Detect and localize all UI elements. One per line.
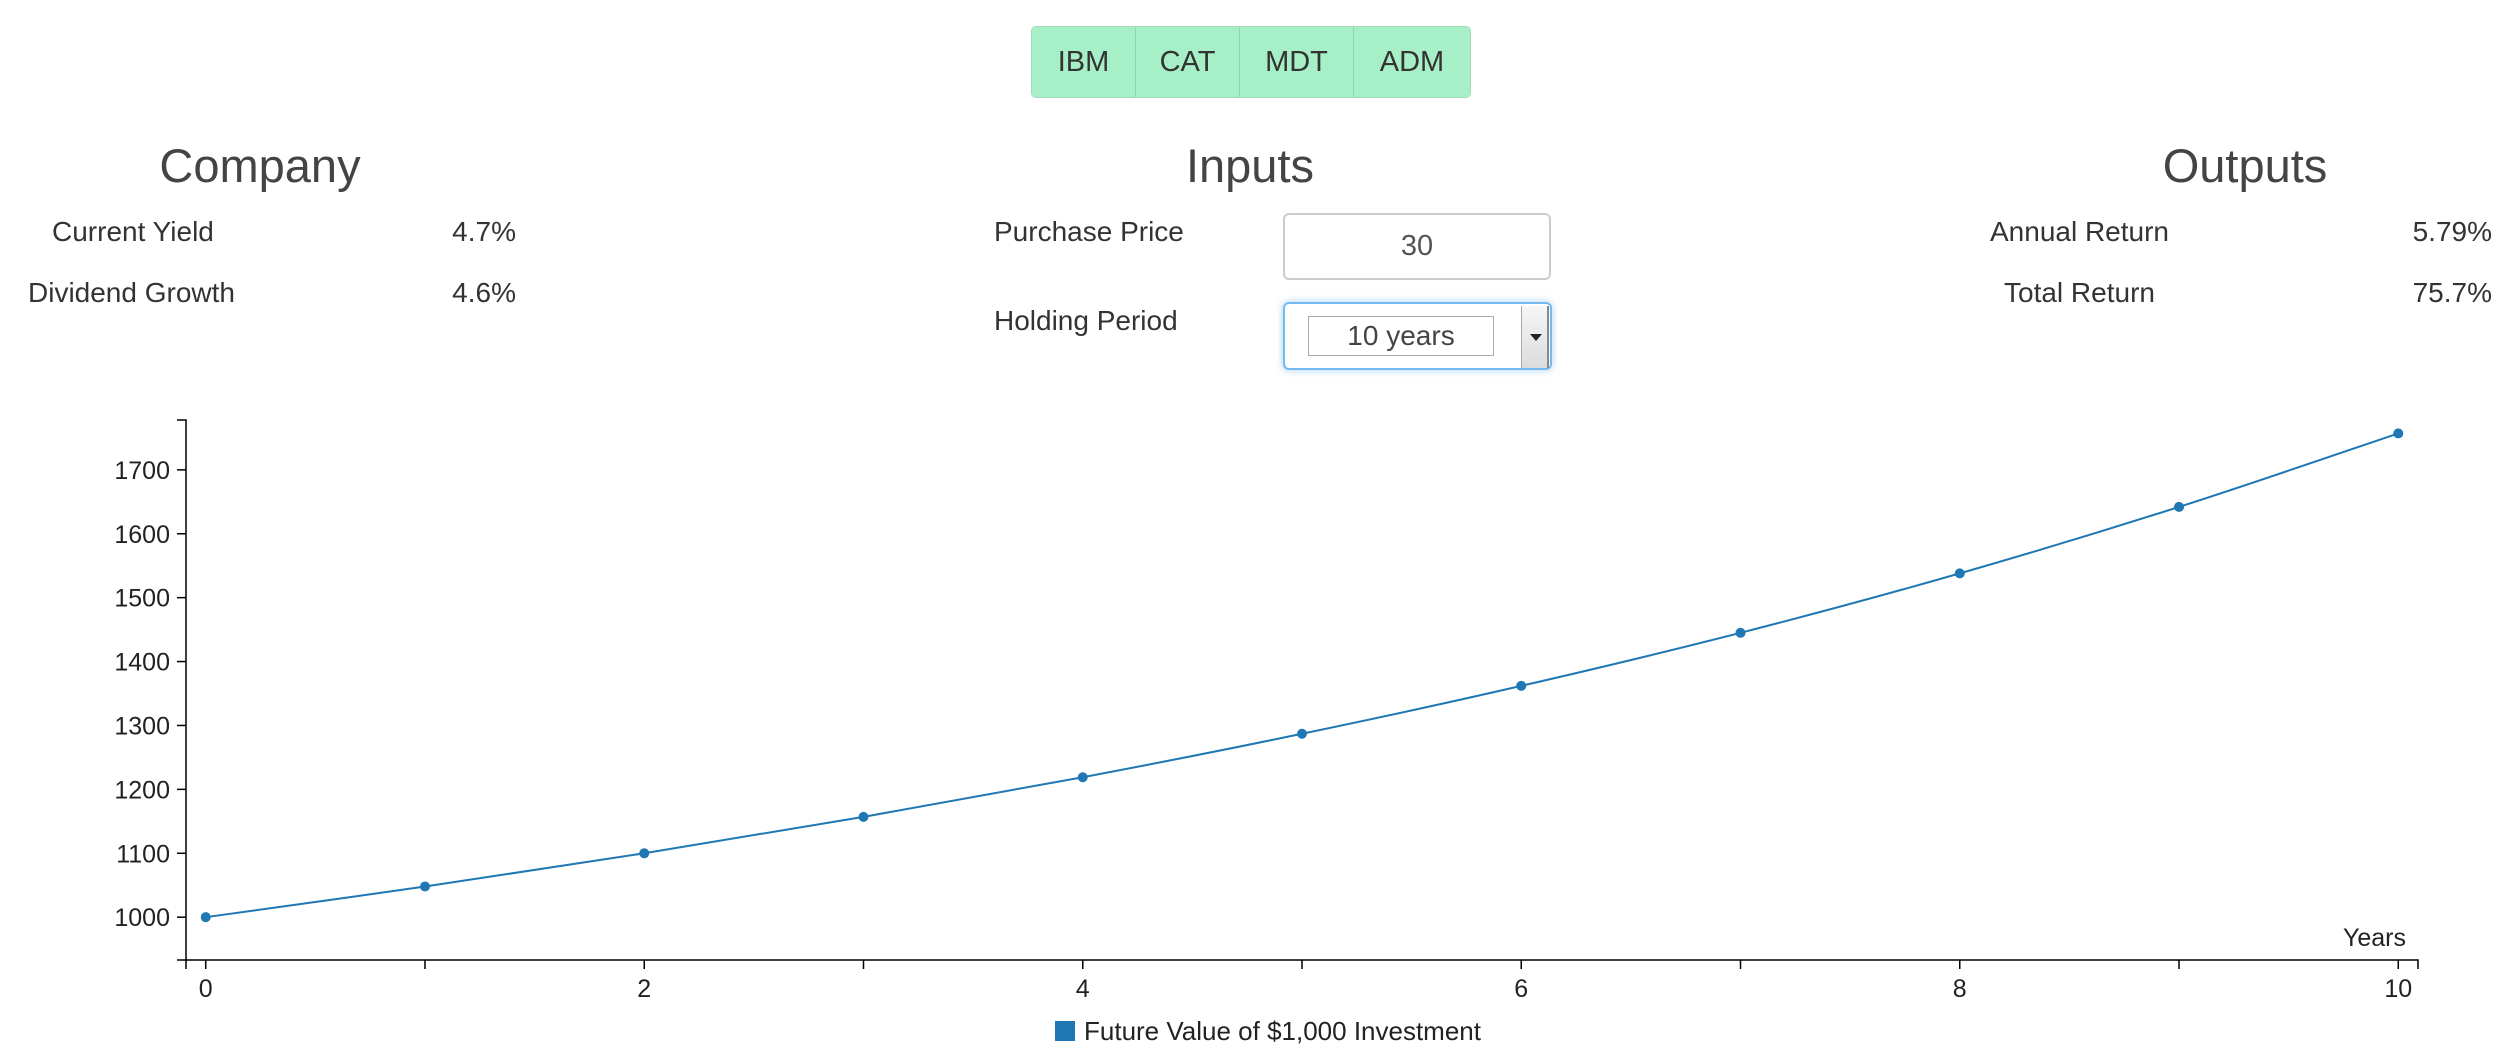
holding-period-dropdown-button[interactable]	[1521, 306, 1549, 368]
series-line	[205, 432, 2399, 919]
data-point	[200, 912, 211, 923]
data-point	[419, 881, 430, 892]
tab-ibm[interactable]: IBM	[1032, 27, 1136, 97]
chart-legend: Future Value of $1,000 Investment	[1055, 1016, 1482, 1046]
y-axis: 1000 1100 1200 1300 1400 1500 1600 1700	[114, 419, 187, 961]
inputs-heading: Inputs	[1185, 139, 1315, 192]
y-tick-label: 1500	[114, 585, 170, 613]
holding-period-label: Holding Period	[994, 305, 1178, 336]
y-tick-label: 1200	[114, 776, 170, 804]
future-value-chart: 1000 1100 1200 1300 1400 1500 1600 1700 0 2 4 6 8 10…	[114, 419, 2419, 1046]
chevron-down-icon	[1530, 334, 1542, 341]
purchase-price-label: Purchase Price	[994, 216, 1184, 247]
total-return-label: Total Return	[2004, 277, 2155, 308]
data-point	[2393, 428, 2404, 439]
data-point	[858, 811, 869, 822]
x-tick-label: 2	[637, 975, 651, 1003]
dividend-growth-label: Dividend Growth	[28, 277, 235, 308]
y-tick-label: 1000	[114, 904, 170, 932]
x-tick-label: 10	[2384, 975, 2412, 1003]
data-point	[1297, 728, 1307, 739]
x-tick-label: 0	[199, 975, 213, 1003]
dividend-growth-value: 4.6%	[452, 277, 516, 308]
x-axis-title: Years	[2343, 924, 2406, 952]
company-heading: Company	[159, 139, 361, 192]
data-point	[2174, 501, 2185, 512]
data-point	[1516, 680, 1527, 691]
x-tick-label: 6	[1514, 975, 1528, 1003]
total-return-value: 75.7%	[2412, 277, 2492, 308]
annual-return-value: 5.79%	[2412, 216, 2492, 247]
data-point	[1735, 627, 1746, 638]
current-yield-value: 4.7%	[452, 216, 516, 247]
legend-label: Future Value of $1,000 Investment	[1084, 1016, 1482, 1046]
x-tick-label: 8	[1953, 975, 1967, 1003]
x-tick-label: 4	[1076, 975, 1090, 1003]
annual-return-label: Annual Return	[1990, 216, 2170, 247]
series-future-value	[200, 428, 2404, 923]
legend-swatch	[1055, 1021, 1075, 1041]
purchase-price-input[interactable]	[1283, 213, 1551, 280]
current-yield-label: Current Yield	[52, 216, 214, 247]
data-point	[1954, 568, 1965, 579]
y-axis-line	[177, 419, 187, 961]
x-axis: 0 2 4 6 8 10 Years	[185, 924, 2419, 1003]
holding-period-value[interactable]: 10 years	[1308, 316, 1494, 356]
ticker-tab-group: IBM CAT MDT ADM	[1031, 26, 1471, 98]
data-point	[639, 848, 650, 859]
tab-mdt[interactable]: MDT	[1240, 27, 1354, 97]
y-tick-label: 1100	[116, 840, 170, 868]
data-point	[1077, 772, 1088, 783]
tab-cat[interactable]: CAT	[1136, 27, 1240, 97]
tab-adm[interactable]: ADM	[1354, 27, 1470, 97]
y-tick-label: 1700	[114, 457, 170, 485]
y-tick-label: 1600	[114, 521, 170, 549]
outputs-heading: Outputs	[2162, 139, 2328, 192]
y-tick-label: 1400	[114, 649, 170, 677]
y-tick-label: 1300	[114, 712, 170, 740]
holding-period-select[interactable]: 10 years	[1283, 302, 1552, 370]
